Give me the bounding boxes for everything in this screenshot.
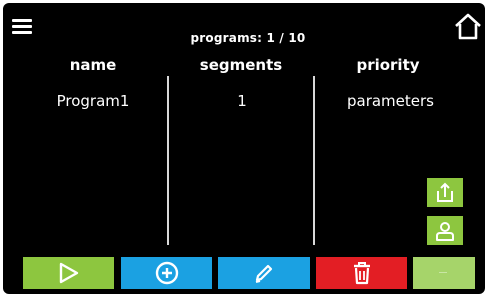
menu-icon-bar-bottom (12, 31, 32, 34)
menu-button[interactable] (12, 16, 36, 36)
start-program-button[interactable] (23, 257, 114, 289)
program-priority: parameters (346, 92, 434, 110)
home-icon (455, 13, 481, 40)
program-segments: 1 (237, 92, 247, 110)
column-header-priority: priority (356, 56, 420, 74)
trash-icon (353, 262, 370, 285)
add-program-button[interactable] (121, 257, 212, 289)
column-divider-2 (313, 76, 315, 245)
home-button[interactable] (454, 13, 482, 41)
empty-action-button[interactable] (413, 257, 475, 289)
programs-count: programs: 1 / 10 (190, 31, 306, 45)
empty-button-dash (439, 272, 447, 273)
play-icon (59, 262, 78, 284)
export-icon (437, 182, 453, 202)
column-header-segments: segments (199, 56, 283, 74)
user-button[interactable] (427, 216, 463, 245)
pencil-icon (255, 264, 273, 283)
delete-program-button[interactable] (316, 257, 407, 289)
add-icon (155, 261, 178, 285)
column-header-name: name (69, 56, 117, 74)
export-button[interactable] (427, 178, 463, 207)
edit-program-button[interactable] (218, 257, 310, 289)
menu-icon-bar-middle (12, 25, 32, 28)
screen-frame: programs: 1 / 10 name segments priority … (3, 3, 485, 294)
menu-icon-bar-top (12, 19, 32, 22)
program-name: Program1 (56, 92, 130, 110)
column-divider-1 (167, 76, 169, 245)
user-icon (436, 221, 454, 241)
